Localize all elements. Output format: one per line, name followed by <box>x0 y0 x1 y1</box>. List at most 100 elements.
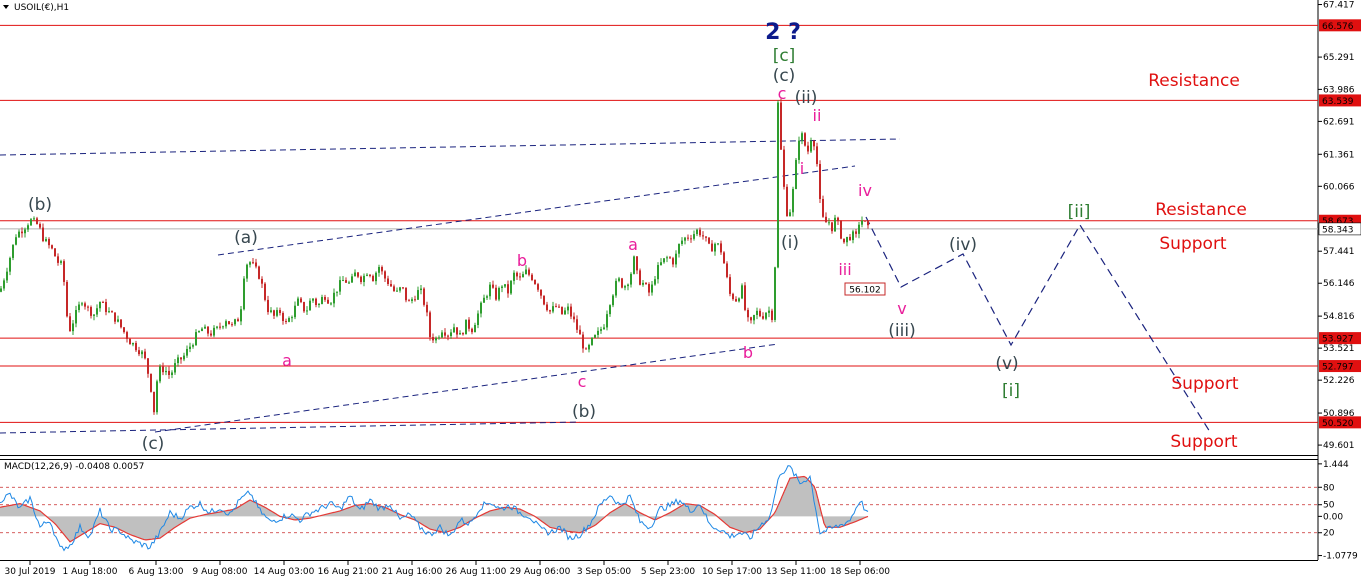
candle-body <box>417 290 419 300</box>
candle-body <box>867 221 869 226</box>
candle-body <box>747 309 749 318</box>
candle-body <box>561 306 563 315</box>
candle-body <box>186 348 188 356</box>
candle-body <box>636 256 638 271</box>
candle-body <box>615 280 617 296</box>
candle-body <box>132 342 134 345</box>
price-axis-tick-label: 65.291 <box>1323 53 1355 63</box>
candle-body <box>507 284 509 294</box>
candle-body <box>717 243 719 245</box>
candle-body <box>93 314 95 316</box>
candle-body <box>324 296 326 300</box>
candle-body <box>570 306 572 317</box>
candle-body <box>363 275 365 283</box>
candle-body <box>651 284 653 293</box>
chart-frame <box>0 0 1319 561</box>
candle-body <box>294 305 296 318</box>
candle-body <box>645 282 647 285</box>
candle-body <box>126 332 128 339</box>
candle-body <box>519 276 521 278</box>
candle-body <box>273 310 275 316</box>
candle-body <box>531 274 533 280</box>
side-label-resistance-lower: Resistance <box>1155 200 1247 220</box>
time-axis-tick-label: 13 Sep 11:00 <box>766 567 826 577</box>
candle-body <box>318 303 320 305</box>
candle-body <box>609 305 611 315</box>
price-axis-tick-label: 54.816 <box>1323 312 1355 322</box>
candle-body <box>345 280 347 283</box>
wave-label-dark-i: (i) <box>781 233 799 253</box>
candle-body <box>327 299 329 304</box>
time-axis-tick-label: 9 Aug 08:00 <box>193 567 248 577</box>
wave-label-magenta-b-left: b <box>517 251 527 270</box>
candle-body <box>426 304 428 313</box>
candle-body <box>414 299 416 301</box>
candle-body <box>735 299 737 302</box>
candle-body <box>756 310 758 316</box>
macd-axis-tick-label: 80 <box>1323 483 1335 493</box>
candle-body <box>129 338 131 345</box>
candle-body <box>558 306 560 308</box>
candle-body <box>441 332 443 338</box>
candle-body <box>12 244 14 258</box>
candle-body <box>9 257 11 272</box>
candle-body <box>258 266 260 279</box>
candle-body <box>471 328 473 333</box>
candle-body <box>243 278 245 310</box>
candle-body <box>54 248 56 257</box>
macd-axis-tick-label: 20 <box>1323 529 1335 539</box>
candle-body <box>543 295 545 305</box>
candle-body <box>267 299 269 313</box>
candle-body <box>357 272 359 277</box>
candle-body <box>303 302 305 312</box>
candle-body <box>21 231 23 234</box>
candle-body <box>420 288 422 291</box>
candle-body <box>555 306 557 308</box>
candle-body <box>498 287 500 300</box>
candle-body <box>567 306 569 311</box>
candle-body <box>753 315 755 321</box>
candle-body <box>189 346 191 349</box>
candle-body <box>453 327 455 333</box>
candle-body <box>840 221 842 239</box>
time-axis-tick-label: 1 Aug 18:00 <box>63 567 118 577</box>
candle-body <box>864 220 866 222</box>
candle-body <box>528 269 530 275</box>
candle-body <box>429 312 431 338</box>
wave-label-magenta-b-right: b <box>743 343 753 362</box>
candle-body <box>213 327 215 336</box>
candle-body <box>786 186 788 217</box>
wave-label-green-ii: [ii] <box>1068 202 1091 222</box>
candle-body <box>216 326 218 328</box>
price-axis-tick-label: 53.521 <box>1323 344 1355 354</box>
candle-body <box>618 278 620 281</box>
candle-body <box>771 310 773 320</box>
candle-body <box>195 332 197 346</box>
candle-body <box>225 321 227 327</box>
candle-body <box>825 216 827 223</box>
candle-body <box>402 287 404 289</box>
candle-body <box>69 316 71 332</box>
candle-body <box>162 366 164 373</box>
time-axis-tick-label: 5 Sep 23:00 <box>641 567 696 577</box>
wave-label-magenta-v: v <box>897 299 906 318</box>
candle-body <box>792 188 794 213</box>
time-axis-tick-label: 14 Aug 03:00 <box>254 567 315 577</box>
price-axis-tick-label: 52.226 <box>1323 376 1355 386</box>
candle-body <box>330 303 332 305</box>
candle-body <box>150 373 152 392</box>
candle-body <box>807 145 809 152</box>
candle-body <box>276 310 278 316</box>
wave-label-magenta-iv: iv <box>858 181 872 200</box>
candle-body <box>321 296 323 304</box>
candle-body <box>102 301 104 303</box>
candle-body <box>585 348 587 350</box>
candle-body <box>783 149 785 187</box>
price-axis-tick-label: 62.691 <box>1323 117 1355 127</box>
candle-body <box>78 304 80 310</box>
candle-body <box>687 237 689 239</box>
candle-body <box>234 319 236 325</box>
candle-body <box>597 330 599 335</box>
candle-body <box>75 309 77 324</box>
candle-body <box>732 293 734 300</box>
